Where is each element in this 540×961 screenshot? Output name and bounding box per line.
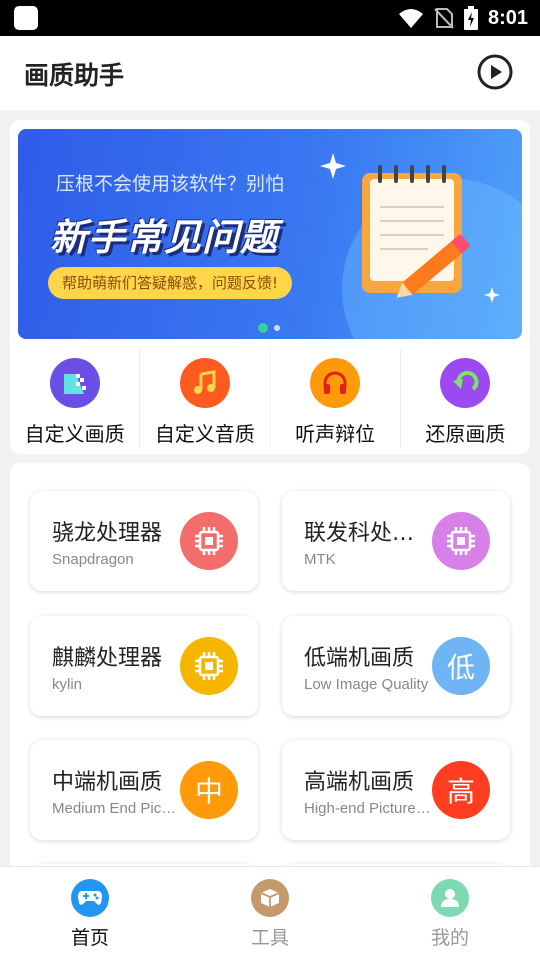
page-title: 画质助手 xyxy=(24,61,125,90)
high-badge-icon: 高 xyxy=(432,761,490,819)
quick-action-sound-position[interactable]: 听声辩位 xyxy=(271,348,401,448)
processor-grid: 骁龙处理器 Snapdragon 联发科处理器 MTK 麒麟处理器 kylin … xyxy=(10,463,530,883)
option-subtitle: Snapdragon xyxy=(52,551,134,568)
option-low-end[interactable]: 低端机画质 Low Image Quality 低 xyxy=(282,616,510,716)
quick-actions: 自定义画质 自定义音质 听声辩位 还原画质 xyxy=(10,348,530,448)
option-subtitle: MTK xyxy=(304,551,336,568)
option-mtk[interactable]: 联发科处理器 MTK xyxy=(282,491,510,591)
option-title: 低端机画质 xyxy=(304,646,415,671)
no-sim-icon xyxy=(434,8,454,29)
tab-label: 工具 xyxy=(250,927,289,949)
quick-action-custom-quality[interactable]: 自定义画质 xyxy=(10,348,141,448)
option-snapdragon[interactable]: 骁龙处理器 Snapdragon xyxy=(30,491,258,591)
notepad-pencil-icon xyxy=(362,165,470,298)
music-note-icon xyxy=(179,358,230,408)
grid-icon xyxy=(49,358,100,408)
gamepad-icon xyxy=(71,879,109,917)
box-icon xyxy=(251,879,289,917)
banner-headline: 新手常见问题 xyxy=(50,216,278,259)
chip-icon xyxy=(180,637,238,695)
pager-dot[interactable] xyxy=(274,325,280,331)
app-notification-icon xyxy=(14,6,38,30)
quick-action-label: 自定义音质 xyxy=(154,422,255,446)
quick-action-label: 还原画质 xyxy=(425,422,506,446)
top-card: 压根不会使用该软件？别怕 新手常见问题 帮助萌新们答疑解惑，问题反馈! 自定义画… xyxy=(10,120,530,454)
person-icon xyxy=(431,879,469,917)
quick-action-label: 听声辩位 xyxy=(295,422,376,446)
restore-icon xyxy=(440,358,491,408)
chip-icon xyxy=(180,512,238,570)
low-badge-icon: 低 xyxy=(432,637,490,695)
tab-tools[interactable]: 工具 xyxy=(180,867,360,961)
battery-charging-icon xyxy=(463,6,478,30)
clock: 8:01 xyxy=(487,6,528,29)
option-title: 骁龙处理器 xyxy=(52,521,163,546)
option-subtitle: Low Image Quality xyxy=(304,676,429,693)
wifi-icon xyxy=(398,9,423,28)
chip-icon xyxy=(432,512,490,570)
banner-pill: 帮助萌新们答疑解惑，问题反馈! xyxy=(48,267,293,299)
option-subtitle: High-end Picture Quality xyxy=(304,800,432,817)
option-title: 联发科处理器 xyxy=(304,521,434,546)
sparkle-icon xyxy=(320,153,346,179)
tab-home[interactable]: 首页 xyxy=(0,867,180,961)
headphones-icon xyxy=(310,358,361,408)
bottom-tab-bar: 首页 工具 我的 xyxy=(0,866,540,961)
quick-action-restore[interactable]: 还原画质 xyxy=(401,348,530,448)
promo-banner[interactable]: 压根不会使用该软件？别怕 新手常见问题 帮助萌新们答疑解惑，问题反馈! xyxy=(18,129,522,339)
status-bar: 8:01 xyxy=(0,0,540,36)
option-title: 麒麟处理器 xyxy=(52,646,163,671)
pager-dot-active[interactable] xyxy=(258,323,268,333)
option-title: 高端机画质 xyxy=(304,770,415,795)
banner-pager xyxy=(258,323,280,333)
option-subtitle: kylin xyxy=(52,676,83,693)
mid-badge-icon: 中 xyxy=(180,761,238,819)
option-high-end[interactable]: 高端机画质 High-end Picture Quality 高 xyxy=(282,740,510,840)
option-kylin[interactable]: 麒麟处理器 kylin xyxy=(30,616,258,716)
banner-subtitle: 压根不会使用该软件？别怕 xyxy=(56,173,285,195)
tab-label: 我的 xyxy=(430,927,469,949)
app-bar: 画质助手 xyxy=(0,36,540,110)
option-subtitle: Medium End Picture Quality xyxy=(52,800,180,817)
sparkle-small-icon xyxy=(484,287,500,303)
option-title: 中端机画质 xyxy=(52,770,163,795)
tab-label: 首页 xyxy=(70,927,109,949)
tab-profile[interactable]: 我的 xyxy=(360,867,540,961)
option-mid-end[interactable]: 中端机画质 Medium End Picture Quality 中 xyxy=(30,740,258,840)
quick-action-label: 自定义画质 xyxy=(24,422,125,446)
play-icon[interactable] xyxy=(477,54,513,90)
quick-action-custom-audio[interactable]: 自定义音质 xyxy=(140,348,271,448)
